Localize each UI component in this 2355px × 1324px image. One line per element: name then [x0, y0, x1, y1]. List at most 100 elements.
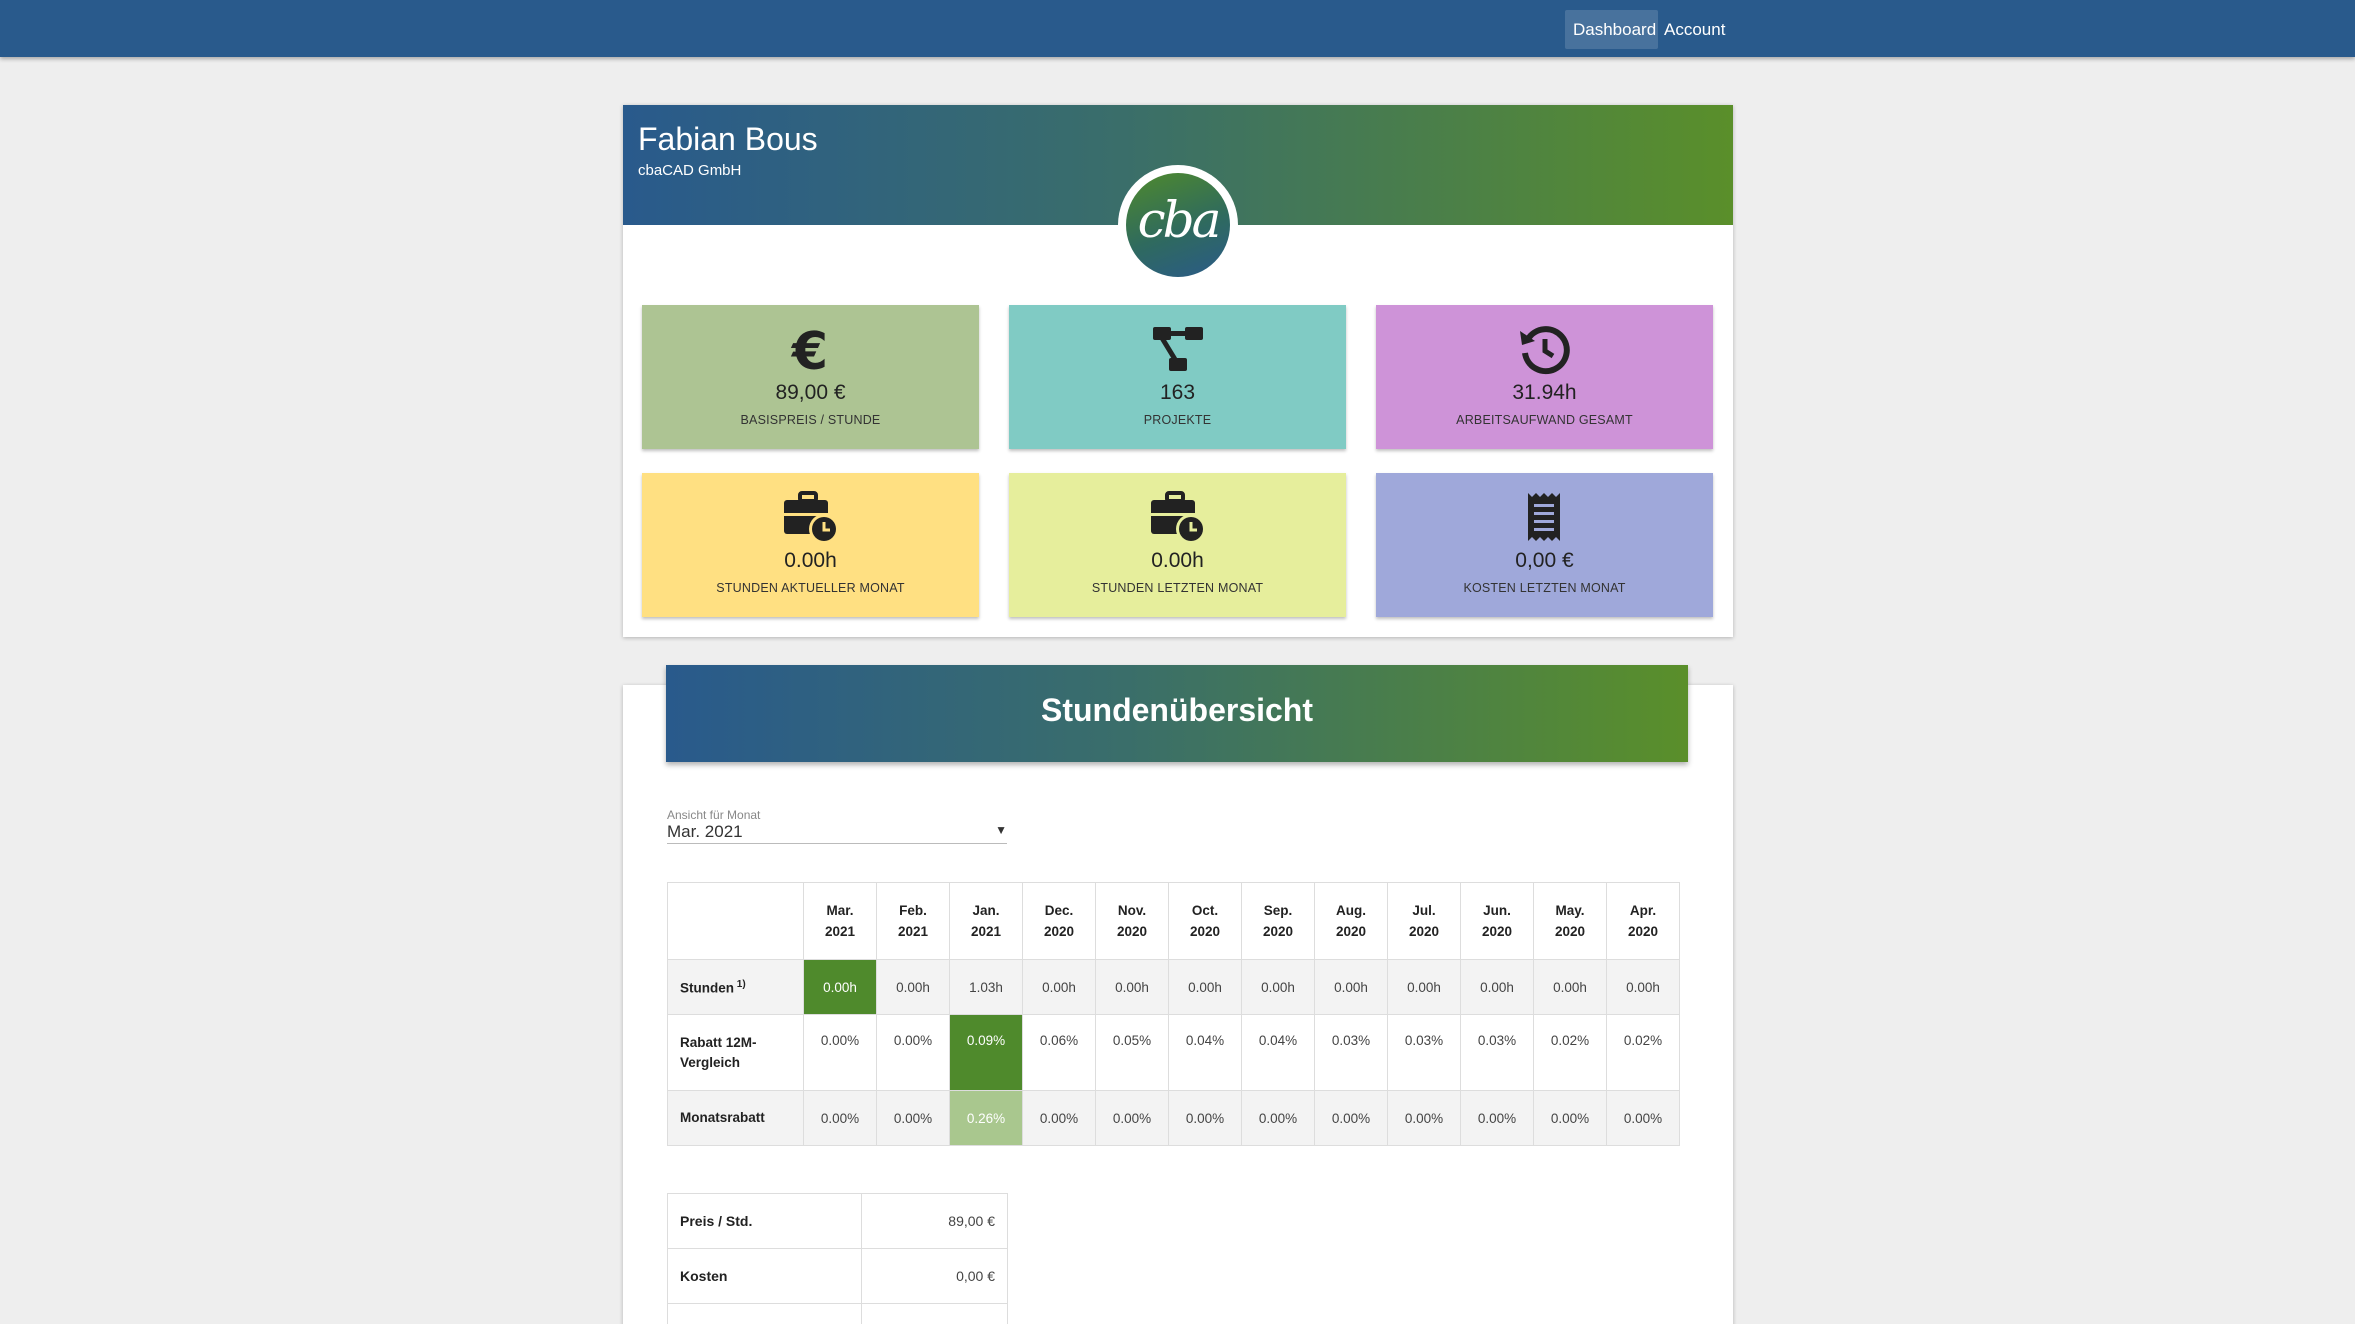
- month-header: Mar. 2021: [803, 882, 877, 960]
- table-cell: 0.02%: [1606, 1014, 1680, 1091]
- table-cell: 0.00%: [1387, 1090, 1461, 1146]
- month-header: Nov. 2020: [1095, 882, 1169, 960]
- table-cell: 0.09%: [949, 1014, 1023, 1091]
- table-row: Rabatt 12M-Vergleich 0.00% 0.00% 0.09% 0.06%…: [667, 1014, 1680, 1091]
- month-header: Apr. 2020: [1606, 882, 1680, 960]
- table-cell: 0.00h: [1168, 959, 1242, 1015]
- month-header: Jul. 2020: [1387, 882, 1461, 960]
- price-row: Kosten 0,00 €: [667, 1248, 1008, 1304]
- tile-value: 0,00 €: [1515, 549, 1574, 572]
- nav-dashboard-link[interactable]: Dashboard: [1565, 10, 1658, 49]
- row-label: Monatsrabatt: [667, 1090, 804, 1146]
- briefcase-clock-icon: [1151, 491, 1206, 544]
- month-header: Sep. 2020: [1241, 882, 1315, 960]
- table-cell: 0.00%: [876, 1090, 950, 1146]
- price-row: [667, 1303, 1008, 1324]
- table-cell: 0.00%: [876, 1014, 950, 1091]
- table-cell: 0.06%: [1022, 1014, 1096, 1091]
- table-corner-cell: [667, 882, 804, 960]
- svg-text:€: €: [791, 322, 828, 377]
- price-label: Preis / Std.: [667, 1193, 862, 1249]
- table-cell: 0.04%: [1241, 1014, 1315, 1091]
- price-value: [861, 1303, 1008, 1324]
- month-select-label: Ansicht für Monat: [667, 808, 761, 822]
- hours-header: Stundenübersicht: [666, 665, 1688, 762]
- price-value: 0,00 €: [861, 1248, 1008, 1304]
- hours-overview-card: Stundenübersicht Ansicht für Monat Mar. …: [623, 665, 1733, 1324]
- project-diagram-icon: [1153, 327, 1203, 371]
- table-cell: 0.00h: [1533, 959, 1607, 1015]
- hours-table-header: Mar. 2021 Feb. 2021 Jan. 2021 Dec. 2020 Nov. 2020…: [667, 882, 1680, 960]
- month-select[interactable]: Ansicht für Monat Mar. 2021 ▼: [667, 808, 1007, 844]
- profile-name: Fabian Bous: [638, 121, 818, 157]
- month-header: May. 2020: [1533, 882, 1607, 960]
- profile-company: cbaCAD GmbH: [638, 162, 742, 179]
- nav-account-link[interactable]: Account: [1656, 10, 1733, 49]
- month-header: Oct. 2020: [1168, 882, 1242, 960]
- table-cell: 0.00%: [1533, 1090, 1607, 1146]
- tile-value: 0.00h: [1151, 549, 1204, 572]
- row-label: Stunden 1): [667, 959, 804, 1015]
- receipt-icon: [1528, 493, 1560, 541]
- tile-arbeitsaufwand: 31.94h ARBEITSAUFWAND GESAMT: [1376, 305, 1713, 449]
- table-cell: 0.00%: [1168, 1090, 1242, 1146]
- price-label: Kosten: [667, 1248, 862, 1304]
- table-row: Stunden 1) 0.00h 0.00h 1.03h 0.00h 0.00h 0.00h…: [667, 959, 1680, 1015]
- profile-card: Fabian Bous cbaCAD GmbH cba € 89,00 € BA…: [623, 105, 1733, 637]
- logo-text: cba: [1137, 191, 1222, 249]
- table-cell: 0.00h: [1314, 959, 1388, 1015]
- hours-table: Mar. 2021 Feb. 2021 Jan. 2021 Dec. 2020 Nov. 2020…: [667, 882, 1680, 1146]
- price-row: Preis / Std. 89,00 €: [667, 1193, 1008, 1249]
- table-cell: 0.04%: [1168, 1014, 1242, 1091]
- table-cell: 0.00%: [803, 1090, 877, 1146]
- table-cell: 0.00h: [876, 959, 950, 1015]
- table-cell: 0.00%: [1460, 1090, 1534, 1146]
- tile-label: KOSTEN LETZTEN MONAT: [1463, 581, 1626, 595]
- month-header: Jan. 2021: [949, 882, 1023, 960]
- table-cell: 0.00h: [1022, 959, 1096, 1015]
- table-cell: 0.03%: [1387, 1014, 1461, 1091]
- price-label: [667, 1303, 862, 1324]
- tile-label: ARBEITSAUFWAND GESAMT: [1456, 413, 1633, 427]
- caret-down-icon: ▼: [995, 823, 1007, 837]
- tile-stunden-letzten: 0.00h STUNDEN LETZTEN MONAT: [1009, 473, 1346, 617]
- table-row: Monatsrabatt 0.00% 0.00% 0.26% 0.00% 0.00% 0.0…: [667, 1090, 1680, 1146]
- tile-label: STUNDEN LETZTEN MONAT: [1091, 581, 1264, 595]
- top-navbar: Dashboard Account: [0, 0, 2355, 57]
- table-cell: 0.00h: [1387, 959, 1461, 1015]
- tile-projekte: 163 PROJEKTE: [1009, 305, 1346, 449]
- price-table: Preis / Std. 89,00 € Kosten 0,00 €: [667, 1193, 1008, 1324]
- table-cell: 0.00h: [1241, 959, 1315, 1015]
- table-cell: 0.00h: [803, 959, 877, 1015]
- tile-label: PROJEKTE: [1143, 413, 1212, 427]
- table-cell: 1.03h: [949, 959, 1023, 1015]
- month-select-value: Mar. 2021: [667, 822, 743, 841]
- month-header: Jun. 2020: [1460, 882, 1534, 960]
- table-cell: 0.00h: [1460, 959, 1534, 1015]
- table-cell: 0.26%: [949, 1090, 1023, 1146]
- hours-title: Stundenübersicht: [1040, 692, 1313, 728]
- table-cell: 0.03%: [1460, 1014, 1534, 1091]
- euro-icon: €: [791, 322, 828, 377]
- month-header: Feb. 2021: [876, 882, 950, 960]
- table-cell: 0.00%: [1095, 1090, 1169, 1146]
- tile-label: BASISPREIS / STUNDE: [740, 413, 881, 427]
- table-cell: 0.00h: [1095, 959, 1169, 1015]
- table-cell: 0.00%: [1022, 1090, 1096, 1146]
- table-cell: 0.00%: [1314, 1090, 1388, 1146]
- tile-kosten: 0,00 € KOSTEN LETZTEN MONAT: [1376, 473, 1713, 617]
- tile-value: 31.94h: [1512, 381, 1577, 404]
- tile-value: 163: [1159, 381, 1196, 404]
- price-value: 89,00 €: [861, 1193, 1008, 1249]
- briefcase-clock-icon: [784, 491, 839, 544]
- month-header: Aug. 2020: [1314, 882, 1388, 960]
- history-icon: [1520, 326, 1570, 375]
- tile-basispreis: € 89,00 € BASISPREIS / STUNDE: [642, 305, 979, 449]
- tile-stunden-aktuell: 0.00h STUNDEN AKTUELLER MONAT: [642, 473, 979, 617]
- table-cell: 0.00%: [1606, 1090, 1680, 1146]
- table-cell: 0.00%: [1241, 1090, 1315, 1146]
- table-cell: 0.03%: [1314, 1014, 1388, 1091]
- tile-value: 0.00h: [784, 549, 837, 572]
- company-logo: cba: [1118, 165, 1238, 285]
- tile-label: STUNDEN AKTUELLER MONAT: [716, 581, 905, 595]
